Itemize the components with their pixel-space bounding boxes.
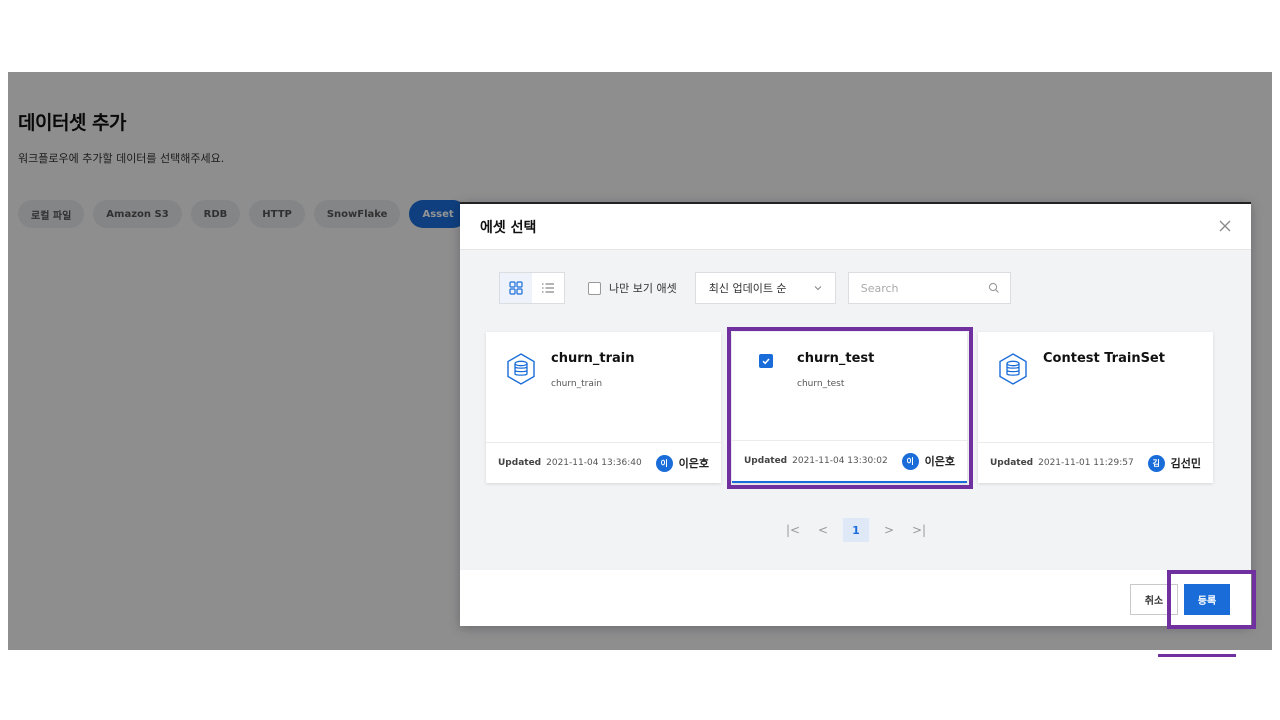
grid-view-button[interactable] — [500, 273, 532, 303]
list-view-icon — [542, 283, 554, 293]
asset-card[interactable]: Contest TrainSet Updated 2021-11-01 11:2… — [978, 332, 1213, 483]
mine-only-checkbox[interactable] — [588, 281, 601, 295]
asset-card-footer: Updated 2021-11-04 13:36:40 이 이은호 — [486, 442, 721, 483]
owner-name: 이은호 — [678, 457, 709, 470]
updated-label: Updated — [498, 458, 542, 468]
modal-header: 에셋 선택 — [460, 204, 1251, 250]
owner-name: 김선민 — [1170, 457, 1201, 470]
search-box — [847, 272, 1011, 304]
highlight-mark — [1158, 654, 1236, 657]
asset-card-footer: Updated 2021-11-01 11:29:57 김 김선민 — [978, 442, 1213, 483]
avatar: 이 — [655, 454, 673, 472]
asset-card[interactable]: churn_train churn_train Updated 2021-11-… — [486, 332, 721, 483]
asset-toolbar: 나만 보기 애셋 최신 업데이트 순 — [499, 272, 1011, 304]
database-icon — [999, 353, 1027, 385]
updated-time: 2021-11-01 11:29:57 — [1038, 458, 1134, 468]
prev-page-button[interactable]: < — [813, 519, 833, 541]
highlight-box-selected-card — [727, 327, 973, 489]
list-view-button[interactable] — [532, 273, 564, 303]
page-number-current[interactable]: 1 — [843, 518, 869, 542]
updated-time: 2021-11-04 13:36:40 — [546, 458, 642, 468]
search-input[interactable] — [860, 281, 971, 295]
database-icon — [507, 353, 535, 385]
last-page-button[interactable]: >| — [909, 519, 929, 541]
asset-description: churn_train — [551, 379, 603, 389]
first-page-button[interactable]: |< — [783, 519, 803, 541]
avatar: 김 — [1147, 454, 1165, 472]
next-page-button[interactable]: > — [879, 519, 899, 541]
view-toggle — [499, 272, 565, 304]
grid-view-icon — [509, 281, 523, 295]
pagination: |< < 1 > >| — [783, 518, 929, 542]
updated-label: Updated — [990, 458, 1034, 468]
modal-footer: 취소 등록 — [460, 570, 1251, 626]
close-icon[interactable] — [1217, 218, 1233, 234]
asset-name: Contest TrainSet — [1043, 351, 1165, 366]
sort-value: 최신 업데이트 순 — [708, 282, 787, 295]
search-icon[interactable] — [988, 282, 1000, 294]
mine-only-filter[interactable]: 나만 보기 애셋 — [588, 280, 677, 296]
mine-only-label: 나만 보기 애셋 — [609, 282, 677, 295]
highlight-box-register-button — [1167, 570, 1256, 629]
sort-select[interactable]: 최신 업데이트 순 — [694, 272, 836, 304]
modal-title: 에셋 선택 — [480, 220, 537, 236]
screen: 데이터셋 추가 워크플로우에 추가할 데이터를 선택해주세요. 로컬 파일 Am… — [0, 0, 1280, 720]
asset-name: churn_train — [551, 351, 635, 366]
chevron-down-icon — [814, 286, 822, 291]
